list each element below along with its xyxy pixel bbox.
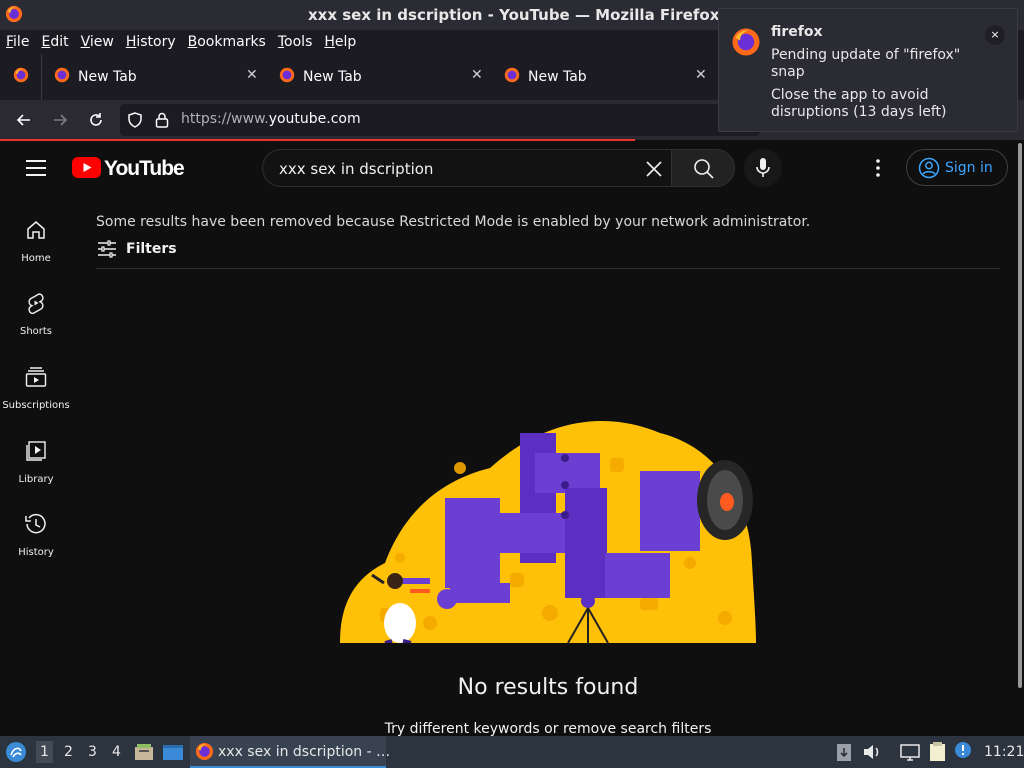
firefox-logo-icon: [279, 67, 295, 87]
no-results-heading: No results found: [457, 675, 639, 700]
search-input[interactable]: xxx sex in dscription: [262, 149, 672, 187]
youtube-logo[interactable]: YouTube: [72, 157, 185, 182]
menu-help[interactable]: Help: [324, 34, 356, 50]
taskbar-window-label: xxx sex in dscription - …: [218, 744, 391, 760]
subscriptions-icon: [25, 367, 47, 387]
home-icon: [27, 221, 45, 239]
guide-menu-icon[interactable]: [26, 160, 46, 176]
tab-label: New Tab: [303, 69, 362, 85]
guide-label: Shorts: [19, 326, 53, 337]
workspace-4[interactable]: 4: [112, 744, 121, 760]
firefox-logo-icon: [5, 5, 23, 27]
tab-close-icon[interactable]: ✕: [695, 67, 707, 83]
guide-item-subscriptions[interactable]: Subscriptions: [0, 366, 72, 436]
tab-close-icon[interactable]: ✕: [471, 67, 483, 83]
snap-update-notification[interactable]: firefox Pending update of "firefox" snap…: [718, 8, 1018, 132]
guide-label: Library: [18, 474, 54, 485]
guide-item-home[interactable]: Home: [0, 219, 72, 289]
history-icon: [25, 513, 46, 534]
firefox-logo-icon: [195, 742, 214, 765]
menu-view[interactable]: View: [81, 34, 114, 50]
tab-new-1[interactable]: New Tab ✕: [54, 54, 266, 100]
tab-new-2[interactable]: New Tab ✕: [279, 54, 491, 100]
sign-in-button[interactable]: Sign in: [906, 149, 1008, 186]
clipboard-icon[interactable]: [836, 742, 852, 766]
network-icon[interactable]: [900, 743, 920, 765]
tab-new-3[interactable]: New Tab ✕: [504, 54, 716, 100]
start-menu-icon[interactable]: [5, 741, 27, 767]
workspace-2[interactable]: 2: [64, 744, 73, 760]
taskbar: 1 2 3 4 xxx sex in dscription - … 11:21: [0, 736, 1024, 768]
notification-body-detail: Close the app to avoid disruptions (13 d…: [771, 87, 947, 120]
menu-file[interactable]: File: [6, 34, 29, 50]
show-desktop-icon[interactable]: [162, 742, 184, 766]
filters-button[interactable]: Filters: [96, 239, 177, 263]
guide-item-history[interactable]: History: [0, 513, 72, 583]
taskbar-firefox-window[interactable]: xxx sex in dscription - …: [190, 736, 390, 768]
firefox-logo-icon: [54, 67, 70, 87]
firefox-logo-icon: [504, 67, 520, 87]
account-icon: [918, 157, 940, 179]
url-text: https://www.youtube.com: [181, 111, 361, 127]
reload-button[interactable]: [84, 108, 108, 132]
no-results-illustration: [340, 413, 756, 647]
workspace-3[interactable]: 3: [88, 744, 97, 760]
forward-button[interactable]: [48, 108, 72, 132]
firefox-logo-icon: [13, 67, 29, 87]
window-title: xxx sex in dscription - YouTube — Mozill…: [308, 6, 720, 24]
page-scrollbar[interactable]: [1018, 143, 1022, 688]
taskbar-clock[interactable]: 11:21: [984, 744, 1024, 760]
menu-edit[interactable]: Edit: [41, 34, 68, 50]
menu-history[interactable]: History: [126, 34, 176, 50]
library-icon: [26, 441, 46, 461]
results-divider: [96, 268, 1000, 269]
url-bar[interactable]: https://www.youtube.com: [120, 104, 760, 136]
no-results-hint: Try different keywords or remove search …: [384, 721, 712, 737]
sign-in-label: Sign in: [945, 160, 993, 176]
guide-item-library[interactable]: Library: [0, 440, 72, 510]
search-icon: [694, 159, 714, 179]
firefox-logo-icon: [731, 27, 761, 61]
restricted-mode-notice: Some results have been removed because R…: [96, 214, 811, 230]
tracking-shield-icon[interactable]: [126, 111, 144, 133]
clear-search-icon[interactable]: [645, 156, 663, 184]
guide-label: History: [18, 547, 54, 558]
workspace-1[interactable]: 1: [36, 741, 53, 763]
notification-close-button[interactable]: ×: [985, 25, 1005, 45]
settings-more-icon[interactable]: [868, 157, 888, 179]
back-button[interactable]: [12, 108, 36, 132]
file-manager-icon[interactable]: [134, 742, 154, 766]
guide-label: Subscriptions: [2, 400, 70, 411]
search-input-value: xxx sex in dscription: [279, 160, 434, 178]
menu-tools[interactable]: Tools: [278, 34, 313, 50]
guide-item-shorts[interactable]: Shorts: [0, 292, 72, 362]
lock-icon[interactable]: [154, 111, 170, 133]
tab-close-icon[interactable]: ✕: [246, 67, 258, 83]
search-button[interactable]: [671, 149, 735, 187]
youtube-wordmark: YouTube: [104, 157, 185, 180]
notes-icon[interactable]: [928, 741, 948, 767]
filters-label: Filters: [126, 241, 177, 257]
filters-icon: [98, 240, 116, 258]
notification-title: firefox: [771, 24, 823, 40]
tab-pinned[interactable]: [0, 54, 42, 100]
microphone-icon: [756, 158, 770, 177]
menu-bookmarks[interactable]: Bookmarks: [188, 34, 266, 50]
update-notifier-icon[interactable]: [954, 741, 972, 763]
voice-search-button[interactable]: [744, 149, 782, 187]
youtube-page: YouTube xxx sex in dscription Sign in Ho…: [0, 141, 1024, 737]
notification-body: Pending update of "firefox" snap: [771, 47, 961, 80]
guide-label: Home: [21, 253, 51, 264]
shorts-icon: [28, 293, 44, 314]
tab-label: New Tab: [528, 69, 587, 85]
volume-icon[interactable]: [862, 743, 882, 765]
tab-label: New Tab: [78, 69, 137, 85]
